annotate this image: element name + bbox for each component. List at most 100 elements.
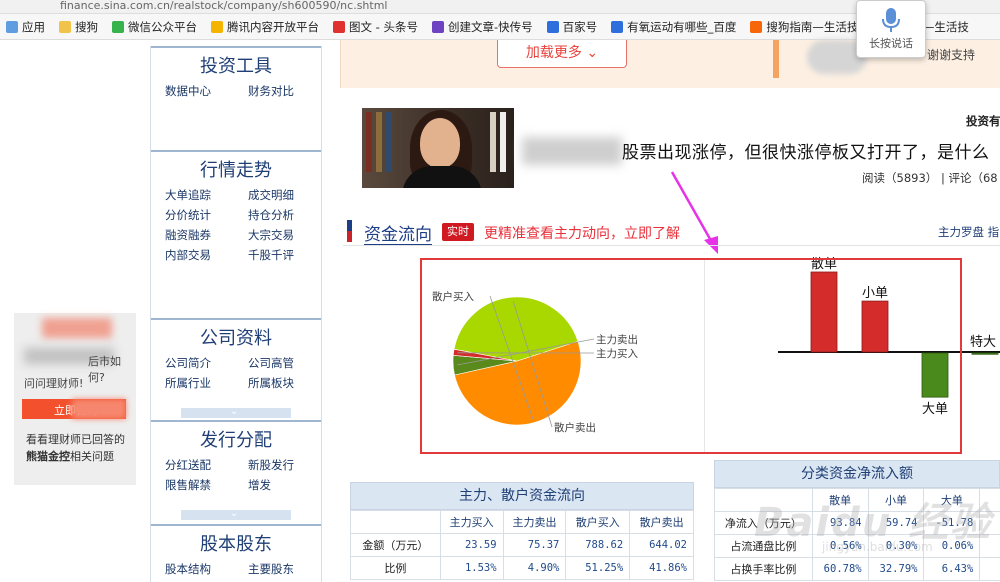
table-cell: 644.02 — [629, 533, 694, 557]
ad-stock-name: 熊猫金控 — [26, 450, 70, 463]
sidebar-link[interactable]: 内部交易 — [165, 248, 248, 262]
column-header: 散户买入 — [565, 510, 631, 534]
sidebar-link[interactable]: 融资融券 — [165, 228, 248, 242]
bookmark-item[interactable]: 腾讯内容开放平台 — [211, 19, 319, 35]
fund-flow-right-links[interactable]: 主力罗盘 指 — [938, 224, 999, 240]
bookmark-item[interactable]: 应用 — [6, 19, 45, 35]
column-header: 主力卖出 — [502, 510, 567, 534]
table-row: 比例 1.53% 4.90% 51.25% 41.86% — [350, 556, 694, 580]
row-label: 金额（万元） — [350, 533, 441, 557]
voice-input-popup[interactable]: 长按说话 — [856, 0, 926, 58]
table-cell: 75.37 — [502, 533, 567, 557]
sidebar-link[interactable]: 财务对比 — [248, 84, 331, 98]
address-text[interactable]: finance.sina.com.cn/realstock/company/sh… — [60, 0, 388, 12]
table-cell: 59.74 — [867, 511, 925, 535]
article-photo[interactable] — [362, 108, 514, 188]
sidebar-link[interactable]: 所属板块 — [248, 376, 331, 390]
fund-flow-title[interactable]: 资金流向 — [364, 220, 432, 245]
sidebar-link[interactable]: 主要股东 — [248, 562, 331, 576]
ad-consult-button[interactable]: 立即咨询 — [22, 399, 126, 419]
sidebar-link[interactable]: 所属行业 — [165, 376, 248, 390]
row-label: 占换手率比例 — [714, 557, 813, 581]
bookmark-item[interactable]: 搜狗 — [59, 19, 98, 35]
ad-related-prefix: 看看理财师已回答的 — [26, 433, 125, 446]
banner-accent-stripe — [773, 40, 779, 78]
ad-subtitle: 问问理财师! — [24, 377, 84, 390]
bookmark-label: 百家号 — [562, 19, 598, 34]
sidebar-link[interactable]: 分价统计 — [165, 208, 248, 222]
address-bar[interactable]: finance.sina.com.cn/realstock/company/sh… — [0, 0, 1000, 14]
bookmark-favicon-icon — [611, 20, 624, 33]
sidebar-expand-toggle[interactable]: ⌄ — [181, 406, 291, 418]
section-accent-bar-red — [347, 231, 352, 242]
blurred-button-text — [72, 399, 126, 419]
sidebar-section: 投资工具数据中心 财务对比 — [151, 46, 321, 98]
sidebar-link-list: 大单追踪 成交明细 分价统计 持仓分析 融资融券 大宗交易 内部交易 千股千评 — [151, 188, 321, 262]
thanks-text: 谢谢支持 — [927, 48, 976, 62]
bookmark-item[interactable]: 图文 - 头条号 — [333, 19, 418, 35]
sidebar-link-list: 股本结构 主要股东 — [151, 562, 321, 576]
sidebar-section-title[interactable]: 行情走势 — [151, 160, 321, 182]
table-row: 净流入（万元） 93.84 59.74 -51.78 — [714, 511, 1000, 535]
load-more-label: 加载更多 — [525, 45, 582, 61]
ad-related-questions[interactable]: 看看理财师已回答的熊猫金控相关问题 — [26, 431, 134, 465]
sidebar-link[interactable]: 数据中心 — [165, 84, 248, 98]
sidebar-link[interactable]: 成交明细 — [248, 188, 331, 202]
sidebar-section-title[interactable]: 股本股东 — [151, 534, 321, 556]
bookmark-favicon-icon — [333, 20, 345, 33]
advisor-ad[interactable]: 后市如何? 问问理财师! 立即咨询 看看理财师已回答的熊猫金控相关问题 — [14, 313, 136, 485]
bookmark-label: 创建文章-快传号 — [447, 19, 533, 34]
bar-category-label: 特大 — [970, 335, 996, 350]
sidebar-link[interactable]: 增发 — [248, 478, 331, 492]
class-netflow-table: 散单 小单 大单 净流入（万元） 93.84 59.74 -51.78 占流通盘比例 0.56%… — [714, 488, 1000, 581]
bookmark-label: 搜狗 — [75, 19, 98, 34]
table-cell: 788.62 — [565, 533, 631, 557]
bookmark-item[interactable]: 创建文章-快传号 — [431, 19, 533, 35]
sidebar-link[interactable]: 持仓分析 — [248, 208, 331, 222]
load-more-button[interactable]: 加载更多 ⌄ — [497, 40, 627, 68]
bookshelf-spine — [500, 112, 506, 172]
read-label: 阅读 — [862, 171, 885, 185]
bookmark-favicon-icon — [6, 20, 18, 33]
bookmark-item[interactable]: 搜狗指南—生活技 — [750, 19, 858, 35]
left-nav-sidebar: 投资工具数据中心 财务对比行情走势大单追踪 成交明细 分价统计 持仓分析 融资融券 大宗交易… — [150, 46, 322, 582]
bookmark-item[interactable]: 微信公众平台 — [112, 19, 197, 35]
sidebar-section-title[interactable]: 发行分配 — [151, 430, 321, 452]
sidebar-section-title[interactable]: 投资工具 — [151, 56, 321, 78]
comment-count[interactable]: | 评论（68 — [941, 171, 998, 185]
sidebar-link[interactable]: 千股千评 — [248, 248, 331, 262]
bookmark-favicon-icon — [112, 20, 124, 33]
sidebar-link[interactable]: 公司高管 — [248, 356, 331, 370]
sidebar-section-title[interactable]: 公司资料 — [151, 328, 321, 350]
sidebar-expand-toggle[interactable]: ⌄ — [181, 508, 291, 520]
table-header-row: 散单 小单 大单 — [714, 488, 1000, 512]
row-label: 比例 — [350, 556, 441, 580]
ad-related-suffix: 相关问题 — [70, 450, 114, 463]
article-title[interactable]: 股票出现涨停，但很快涨停板又打开了，是什么 — [622, 138, 990, 163]
sidebar-link[interactable]: 分红送配 — [165, 458, 248, 472]
column-header — [714, 488, 813, 512]
sidebar-link[interactable]: 大单追踪 — [165, 188, 248, 202]
sidebar-link[interactable]: 股本结构 — [165, 562, 248, 576]
article-tag: 投资有 — [966, 114, 1000, 128]
table-cell: 0.56% — [811, 534, 869, 558]
bookmark-item[interactable]: 有氧运动有哪些_百度 — [611, 19, 736, 35]
annotation-highlight-box — [420, 258, 962, 454]
sidebar-link[interactable]: 公司简介 — [165, 356, 248, 370]
bookmark-label: 搜狗指南—生活技 — [766, 19, 859, 34]
table-header-row: 主力买入 主力卖出 散户买入 散户卖出 — [350, 510, 694, 534]
sidebar-link[interactable]: 限售解禁 — [165, 478, 248, 492]
blurred-avatar — [42, 318, 112, 338]
sidebar-section: 发行分配 分红送配 新股发行 限售解禁 增发 — [151, 420, 321, 492]
row-label: 占流通盘比例 — [714, 534, 813, 558]
sidebar-link-list: 数据中心 财务对比 — [151, 84, 321, 98]
sidebar-link[interactable]: 大宗交易 — [248, 228, 331, 242]
bookshelf-spine — [366, 112, 372, 172]
sidebar-link-list: 公司简介 公司高管 所属行业 所属板块 — [151, 356, 321, 390]
bookmark-label: 应用 — [22, 19, 45, 34]
sidebar-link[interactable]: 新股发行 — [248, 458, 331, 472]
bookmarks-bar: 应用 搜狗 微信公众平台 腾讯内容开放平台 图文 - 头条号 创建文章-快传号 百家号 有氧运… — [0, 14, 1000, 40]
table-row: 金额（万元） 23.59 75.37 788.62 644.02 — [350, 533, 694, 557]
fund-flow-promo-link[interactable]: 更精准查看主力动向，立即了解 — [484, 223, 680, 243]
bookmark-item[interactable]: 百家号 — [546, 19, 598, 35]
